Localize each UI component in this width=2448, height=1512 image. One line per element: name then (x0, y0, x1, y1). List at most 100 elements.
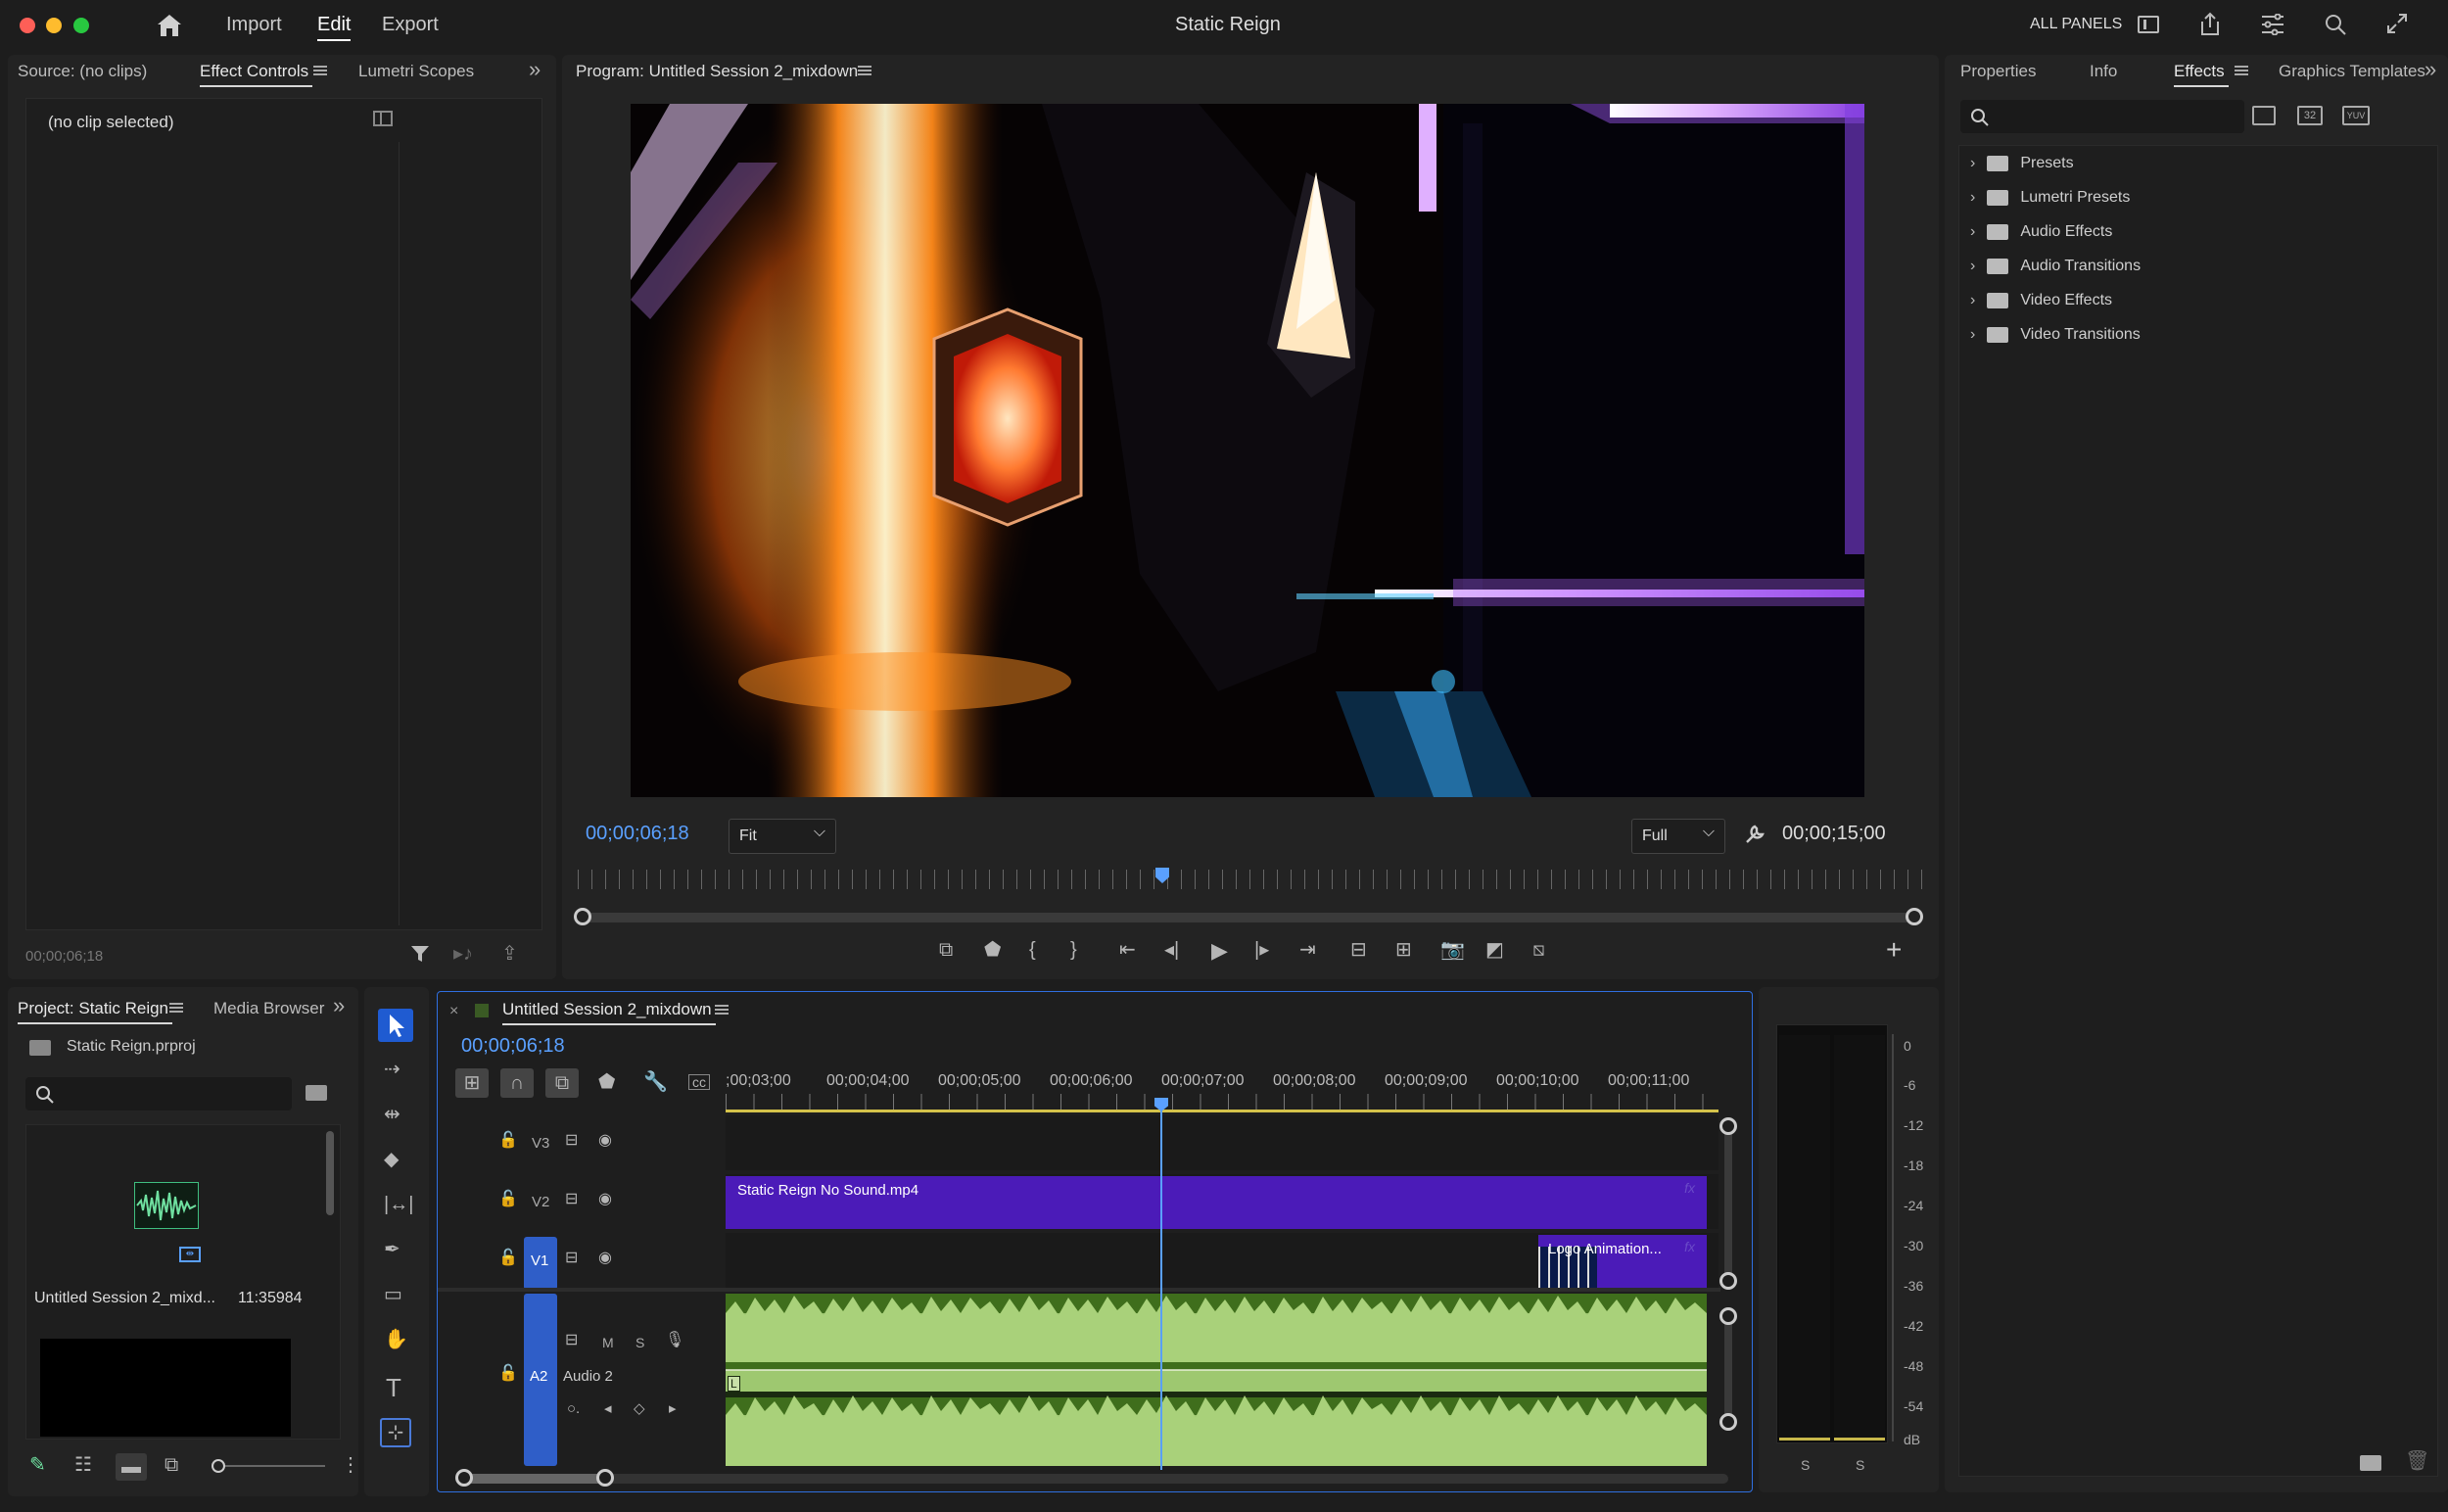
menu-icon[interactable] (169, 1003, 183, 1013)
list-view-icon[interactable]: ☷ (74, 1455, 92, 1475)
audio-clip-thumbnail[interactable] (134, 1182, 199, 1229)
chevron-right-icon[interactable]: › (1970, 292, 1975, 309)
quick-actions-icon[interactable] (2260, 13, 2285, 40)
all-panels-button[interactable]: ALL PANELS (2030, 16, 2122, 33)
work-area-bar[interactable] (726, 1110, 1718, 1112)
effects-item-video-transitions[interactable]: › Video Transitions (1970, 326, 2141, 344)
nav-import[interactable]: Import (226, 14, 282, 36)
tab-graphics-templates[interactable]: Graphics Templates (2279, 62, 2425, 81)
more-panels-icon[interactable]: » (333, 995, 345, 1016)
timeline-timecode[interactable]: 00;00;06;18 (461, 1035, 565, 1058)
tab-project[interactable]: Project: Static Reign (18, 999, 173, 1024)
chevron-right-icon[interactable]: › (1970, 155, 1975, 172)
nav-edit[interactable]: Edit (317, 14, 352, 41)
mute-button[interactable]: M (602, 1335, 614, 1350)
play-icon[interactable]: ▶ (1211, 940, 1228, 962)
insert-overwrite-icon[interactable]: ⊞ (455, 1068, 489, 1098)
program-timecode[interactable]: 00;00;06;18 (586, 823, 689, 845)
quality-dropdown[interactable]: Full (1631, 819, 1725, 854)
nav-export[interactable]: Export (382, 14, 439, 36)
tab-properties[interactable]: Properties (1960, 62, 2036, 81)
zoom-scrollbar[interactable] (574, 908, 1923, 925)
solo-button[interactable]: S (636, 1335, 644, 1350)
rectangle-tool-icon[interactable]: ▭ (384, 1285, 402, 1304)
go-to-out-icon[interactable]: ⇥ (1299, 940, 1316, 960)
minimize-window-button[interactable] (46, 18, 62, 33)
go-to-in-icon[interactable]: ⇤ (1119, 940, 1136, 960)
zoom-window-button[interactable] (73, 18, 89, 33)
track-select-tool-icon[interactable]: ⇢ (384, 1060, 400, 1079)
eye-icon[interactable]: ◉ (598, 1192, 612, 1207)
sequence-tab[interactable]: Untitled Session 2_mixdown (502, 1000, 716, 1025)
chevron-right-icon[interactable]: › (1970, 258, 1975, 275)
effects-search-input[interactable] (1960, 100, 2244, 133)
track-lane-v3[interactable] (726, 1115, 1718, 1170)
tab-source[interactable]: Source: (no clips) (18, 62, 147, 81)
keyframe-dropdown-icon[interactable]: ○. (567, 1401, 580, 1416)
second-clip-thumbnail[interactable] (40, 1339, 291, 1437)
scrollbar[interactable] (326, 1131, 334, 1215)
razor-tool-icon[interactable]: ◆ (384, 1150, 399, 1169)
sync-lock-icon[interactable]: ⊟ (565, 1251, 578, 1266)
more-options-icon[interactable]: ⋮ (341, 1455, 360, 1475)
selection-tool-icon[interactable] (378, 1009, 413, 1042)
track-label-v3[interactable]: V3 (532, 1135, 549, 1152)
clip-audio-mixdown[interactable]: L (726, 1294, 1707, 1466)
type-tool-icon[interactable]: T (386, 1375, 401, 1400)
new-bin-icon[interactable] (2360, 1455, 2381, 1471)
captions-icon[interactable]: cc (688, 1074, 710, 1090)
sync-lock-icon[interactable]: ⊟ (565, 1333, 578, 1348)
menu-icon[interactable] (2235, 66, 2248, 75)
effects-item-audio-effects[interactable]: › Audio Effects (1970, 223, 2112, 241)
extract-icon[interactable]: ⊞ (1395, 940, 1412, 960)
track-label-v2[interactable]: V2 (532, 1194, 549, 1210)
zoom-slider[interactable] (212, 1459, 325, 1473)
share-icon[interactable] (2198, 12, 2222, 42)
step-forward-icon[interactable]: |▸ (1254, 940, 1269, 960)
lift-icon[interactable]: ⊟ (1350, 940, 1367, 960)
clip-name[interactable]: Untitled Session 2_mixd... (34, 1290, 215, 1307)
freeform-view-icon[interactable]: ⧉ (165, 1455, 178, 1475)
menu-icon[interactable] (715, 1005, 729, 1015)
export-icon[interactable]: ⇪ (501, 944, 518, 964)
mark-out-icon[interactable]: } (1070, 940, 1077, 960)
home-icon[interactable] (155, 12, 184, 39)
add-marker-icon[interactable]: ⬟ (598, 1072, 615, 1092)
sync-lock-icon[interactable]: ⊟ (565, 1192, 578, 1207)
timeline-playhead-line[interactable] (1160, 1106, 1162, 1470)
effects-item-presets[interactable]: › Presets (1970, 155, 2074, 172)
caption-tool-icon[interactable]: ⊹ (380, 1418, 411, 1447)
accelerated-effects-icon[interactable] (2252, 106, 2276, 125)
video-frame[interactable] (631, 104, 1864, 797)
comparison-view-icon[interactable]: ◩ (1485, 940, 1504, 960)
chevron-right-icon[interactable]: › (1970, 223, 1975, 241)
button-editor-icon[interactable]: + (1886, 936, 1902, 964)
lock-icon[interactable]: 🔓 (498, 1133, 518, 1149)
slip-tool-icon[interactable]: |↔| (384, 1195, 413, 1214)
lock-icon[interactable]: 🔓 (498, 1192, 518, 1207)
tab-lumetri-scopes[interactable]: Lumetri Scopes (358, 62, 474, 81)
export-frame-icon[interactable]: 📷 (1440, 940, 1465, 960)
settings-wrench-icon[interactable] (1743, 823, 1766, 846)
solo-right-button[interactable]: S (1856, 1457, 1864, 1473)
audio-tracks-scrollbar[interactable] (1719, 1307, 1737, 1431)
close-window-button[interactable] (20, 18, 35, 33)
close-sequence-icon[interactable]: × (449, 1004, 458, 1019)
project-search-input[interactable] (25, 1077, 292, 1110)
previous-keyframe-icon[interactable]: ◂ (604, 1401, 612, 1416)
clip-logo-animation[interactable]: Logo Animation... fx (1538, 1235, 1707, 1288)
hand-tool-icon[interactable]: ✋ (384, 1330, 408, 1349)
yuv-effects-badge[interactable]: YUV (2342, 106, 2370, 125)
menu-icon[interactable] (858, 66, 871, 75)
fit-dropdown[interactable]: Fit (729, 819, 836, 854)
lock-icon[interactable]: 🔓 (498, 1366, 518, 1382)
mark-in-icon[interactable]: { (1029, 940, 1036, 960)
proxy-toggle-icon[interactable]: ⧅ (1532, 940, 1545, 960)
timeline-zoom-scrollbar[interactable] (455, 1469, 1728, 1487)
effects-item-lumetri-presets[interactable]: › Lumetri Presets (1970, 189, 2130, 207)
next-keyframe-icon[interactable]: ▸ (669, 1401, 677, 1416)
track-label-v1[interactable]: V1 (531, 1252, 548, 1269)
more-panels-icon[interactable]: » (529, 59, 541, 80)
new-search-bin-icon[interactable] (306, 1085, 327, 1101)
add-keyframe-icon[interactable]: ◇ (634, 1401, 645, 1416)
